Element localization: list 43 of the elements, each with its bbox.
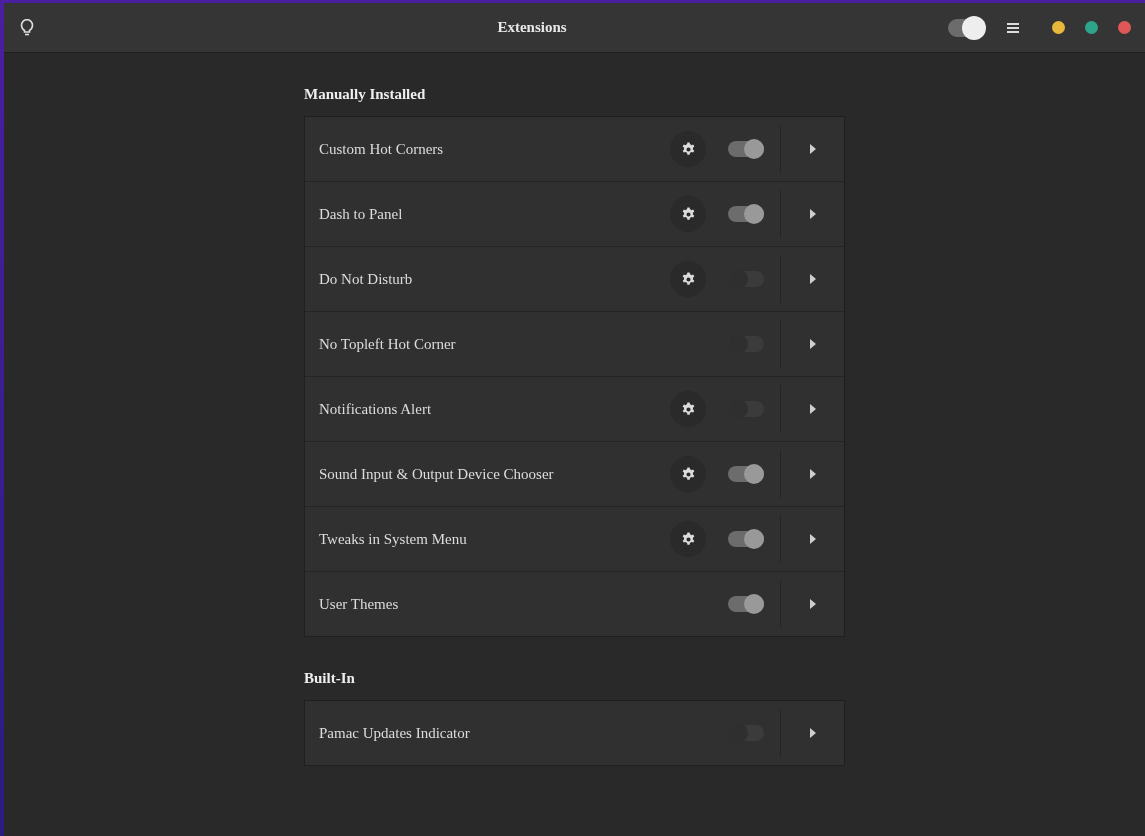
toggle-switch[interactable] <box>728 466 764 482</box>
gear-icon <box>680 401 696 417</box>
extension-name: Custom Hot Corners <box>319 140 445 158</box>
gear-icon <box>680 531 696 547</box>
maximize-button[interactable] <box>1085 21 1098 34</box>
extension-name: Pamac Updates Indicator <box>319 724 471 742</box>
extension-name: Tweaks in System Menu <box>319 530 468 548</box>
section-title: Manually Installed <box>304 86 427 103</box>
gear-icon <box>680 206 696 222</box>
caret-icon <box>809 209 816 219</box>
caret-icon <box>809 144 816 154</box>
section-title: Built-In <box>304 670 356 687</box>
extension-name: Notifications Alert <box>319 400 433 418</box>
settings-button[interactable] <box>670 391 706 427</box>
toggle-switch[interactable] <box>728 596 764 612</box>
extension-name: User Themes <box>319 595 400 613</box>
toggle-switch[interactable] <box>728 141 764 157</box>
settings-button[interactable] <box>670 131 706 167</box>
close-button[interactable] <box>1118 21 1131 34</box>
caret-icon <box>809 404 816 414</box>
gear-icon <box>680 141 696 157</box>
caret-icon <box>809 339 816 349</box>
extension-name: Do Not Disturb <box>319 270 414 288</box>
minimize-button[interactable] <box>1052 21 1065 34</box>
settings-button[interactable] <box>670 261 706 297</box>
caret-icon <box>809 599 816 609</box>
caret-icon <box>809 728 816 738</box>
caret-icon <box>809 274 816 284</box>
settings-button[interactable] <box>670 196 706 232</box>
window-title: Extensions <box>496 19 568 36</box>
toggle-switch[interactable] <box>728 531 764 547</box>
toggle-switch[interactable] <box>728 206 764 222</box>
extension-name: No Topleft Hot Corner <box>319 335 457 353</box>
caret-icon <box>809 469 816 479</box>
gear-icon <box>680 271 696 287</box>
settings-button[interactable] <box>670 521 706 557</box>
settings-button[interactable] <box>670 456 706 492</box>
lightbulb-icon[interactable] <box>18 18 36 37</box>
extension-name: Dash to Panel <box>319 205 404 223</box>
toggle-switch[interactable] <box>948 18 984 37</box>
extension-name: Sound Input & Output Device Chooser <box>319 465 555 483</box>
gear-icon <box>680 466 696 482</box>
caret-icon <box>809 534 816 544</box>
